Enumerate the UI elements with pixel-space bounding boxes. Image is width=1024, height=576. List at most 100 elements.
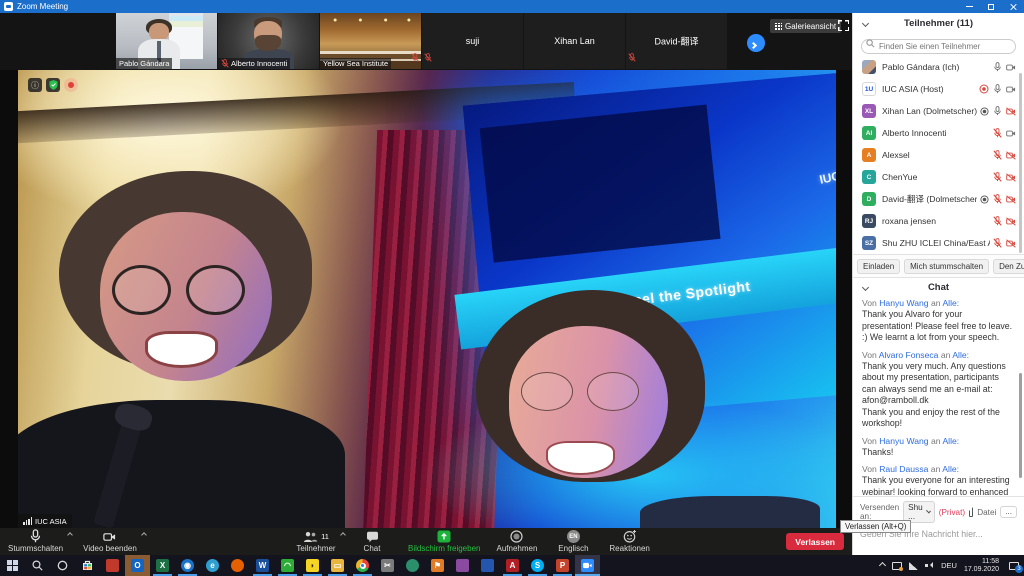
participant-row[interactable]: AAlexsel [853, 144, 1024, 166]
paint-app-icon[interactable] [450, 555, 475, 576]
mic-icon [29, 529, 42, 543]
chrome-icon[interactable] [350, 555, 375, 576]
start-button[interactable] [0, 555, 25, 576]
chat-message-list: Von Hanyu Wang an Alle:Thank you Alvaro … [853, 296, 1024, 496]
participant-row[interactable]: SZShu ZHU ICLEI China/East Asia [853, 232, 1024, 254]
chevron-up-icon[interactable] [340, 532, 346, 538]
notification-device-icon[interactable] [892, 562, 902, 570]
participant-row[interactable]: CChenYue [853, 166, 1024, 188]
file-label[interactable]: Datei [977, 508, 996, 517]
connection-quality-label: IUC ASIA [18, 514, 72, 528]
flag-app-icon[interactable]: ⚑ [425, 555, 450, 576]
gallery-view-button[interactable]: Galerieansicht [770, 19, 841, 33]
video-thumbnail[interactable]: Pablo Gándara [116, 13, 217, 69]
participant-row[interactable]: AIAlberto Innocenti [853, 122, 1024, 144]
cortana-icon[interactable] [50, 555, 75, 576]
network-icon[interactable] [909, 562, 918, 570]
recording-indicator[interactable] [64, 78, 78, 92]
toolbar-item-chat[interactable]: Chat [352, 528, 392, 555]
action-center-icon[interactable]: 3 [1009, 562, 1019, 570]
zoom-icon[interactable] [575, 555, 600, 576]
chat-scrollbar[interactable] [1019, 373, 1022, 478]
video-thumbnail[interactable]: David-翻译 [626, 13, 727, 69]
windows-taskbar: OX◉e W◠◗▭ ✂ ⚑ ASP DEU 11:58 17.09.2020 3 [0, 555, 1024, 576]
blue-app-icon[interactable] [475, 555, 500, 576]
encryption-shield-icon[interactable] [46, 78, 60, 92]
participant-row[interactable]: Pablo Gándara (Ich) [853, 56, 1024, 78]
collapse-participants-icon[interactable] [862, 20, 869, 27]
video-thumbnail[interactable]: Alberto Innocenti [218, 13, 319, 69]
mail-app-icon[interactable] [100, 555, 125, 576]
toolbar-item-mute[interactable]: Stummschalten [8, 528, 63, 555]
toolbar-item-participants[interactable]: 11Teilnehmer [296, 528, 336, 555]
volume-icon[interactable] [925, 562, 934, 569]
chevron-up-icon[interactable] [67, 532, 73, 538]
chat-message-meta: Von Alvaro Fonseca an Alle: [862, 350, 1015, 360]
toolbar-item-record[interactable]: Aufnehmen [496, 528, 537, 555]
participant-avatar: 1U [862, 82, 876, 96]
close-button[interactable] [1002, 0, 1024, 13]
tray-expand-icon[interactable] [879, 562, 886, 569]
video-thumbnail[interactable]: Yellow Sea Institute [320, 13, 421, 69]
keyboard-language[interactable]: DEU [941, 561, 957, 570]
mic-icon [993, 62, 1002, 72]
chat-header: Chat [853, 278, 1024, 296]
participant-search-input[interactable] [861, 39, 1016, 54]
participant-name: Alexsel [882, 150, 990, 160]
acrobat-icon[interactable]: A [500, 555, 525, 576]
edge-icon[interactable]: e [200, 555, 225, 576]
participants-header: Teilnehmer (11) [853, 13, 1024, 33]
search-icon[interactable] [25, 555, 50, 576]
onedrive-icon[interactable]: ◉ [175, 555, 200, 576]
panel-action-button[interactable]: Einladen [857, 259, 900, 274]
toolbar-item-label: Reaktionen [609, 544, 649, 553]
fullscreen-icon[interactable] [838, 20, 849, 31]
chevron-up-icon[interactable] [141, 532, 147, 538]
maximize-button[interactable] [980, 0, 1002, 13]
participant-row[interactable]: 1U IUC ASIA (Host) [853, 78, 1024, 100]
participants-scrollbar[interactable] [1019, 73, 1022, 253]
participant-row[interactable]: XLXihan Lan (Dolmetscher) [853, 100, 1024, 122]
file-icon[interactable] [969, 507, 973, 517]
participant-avatar: D [862, 192, 876, 206]
chat-message: Von Hanyu Wang an Alle:Thank you Alvaro … [862, 298, 1015, 344]
toolbar-item-language[interactable]: ENEnglisch [553, 528, 593, 555]
mic-muted-icon [628, 53, 636, 62]
video-thumbnail[interactable]: Xihan Lan [524, 13, 625, 69]
participant-row[interactable]: DDavid-翻译 (Dolmetscher) [853, 188, 1024, 210]
chat-more-button[interactable]: ... [1000, 506, 1017, 518]
toolbar-item-video[interactable]: Video beenden [83, 528, 137, 555]
powerpoint-icon[interactable]: P [550, 555, 575, 576]
send-to-label: Versenden an: [860, 503, 899, 521]
minimize-button[interactable] [958, 0, 980, 13]
collapse-chat-icon[interactable] [862, 284, 869, 291]
meeting-info-icon[interactable]: ⓘ [28, 78, 42, 92]
leave-meeting-button[interactable]: Verlassen [786, 533, 844, 550]
file-explorer-icon[interactable]: ▭ [325, 555, 350, 576]
participant-row[interactable]: RJroxana jensen [853, 210, 1024, 232]
snipping-tool-icon[interactable]: ✂ [375, 555, 400, 576]
earth-app-icon[interactable] [400, 555, 425, 576]
participant-name: IUC ASIA (Host) [882, 84, 976, 94]
next-participants-arrow[interactable] [747, 34, 765, 52]
kakaotalk-icon[interactable]: ◗ [300, 555, 325, 576]
toolbar-item-share[interactable]: Bildschirm freigeben [408, 528, 480, 555]
thumbnail-name: David-翻译 [626, 35, 727, 48]
outlook-icon[interactable]: O [125, 555, 150, 576]
window-titlebar: Zoom Meeting [0, 0, 1024, 13]
mic-muted-icon [424, 53, 432, 62]
panel-action-button[interactable]: Mich stummschalten [904, 259, 989, 274]
wechat-icon[interactable]: ◠ [275, 555, 300, 576]
word-icon[interactable]: W [250, 555, 275, 576]
camera-off-icon [1006, 151, 1016, 160]
toolbar-item-label: Englisch [558, 544, 588, 553]
camera-off-icon [1006, 107, 1016, 116]
panel-action-button[interactable]: Den Zuschauern gestat [993, 259, 1024, 274]
clock[interactable]: 11:58 17.09.2020 [964, 558, 999, 574]
video-thumbnail[interactable]: suji [422, 13, 523, 69]
skype-icon[interactable]: S [525, 555, 550, 576]
toolbar-item-reactions[interactable]: Reaktionen [609, 528, 649, 555]
store-icon[interactable] [75, 555, 100, 576]
excel-icon[interactable]: X [150, 555, 175, 576]
firefox-icon[interactable] [225, 555, 250, 576]
